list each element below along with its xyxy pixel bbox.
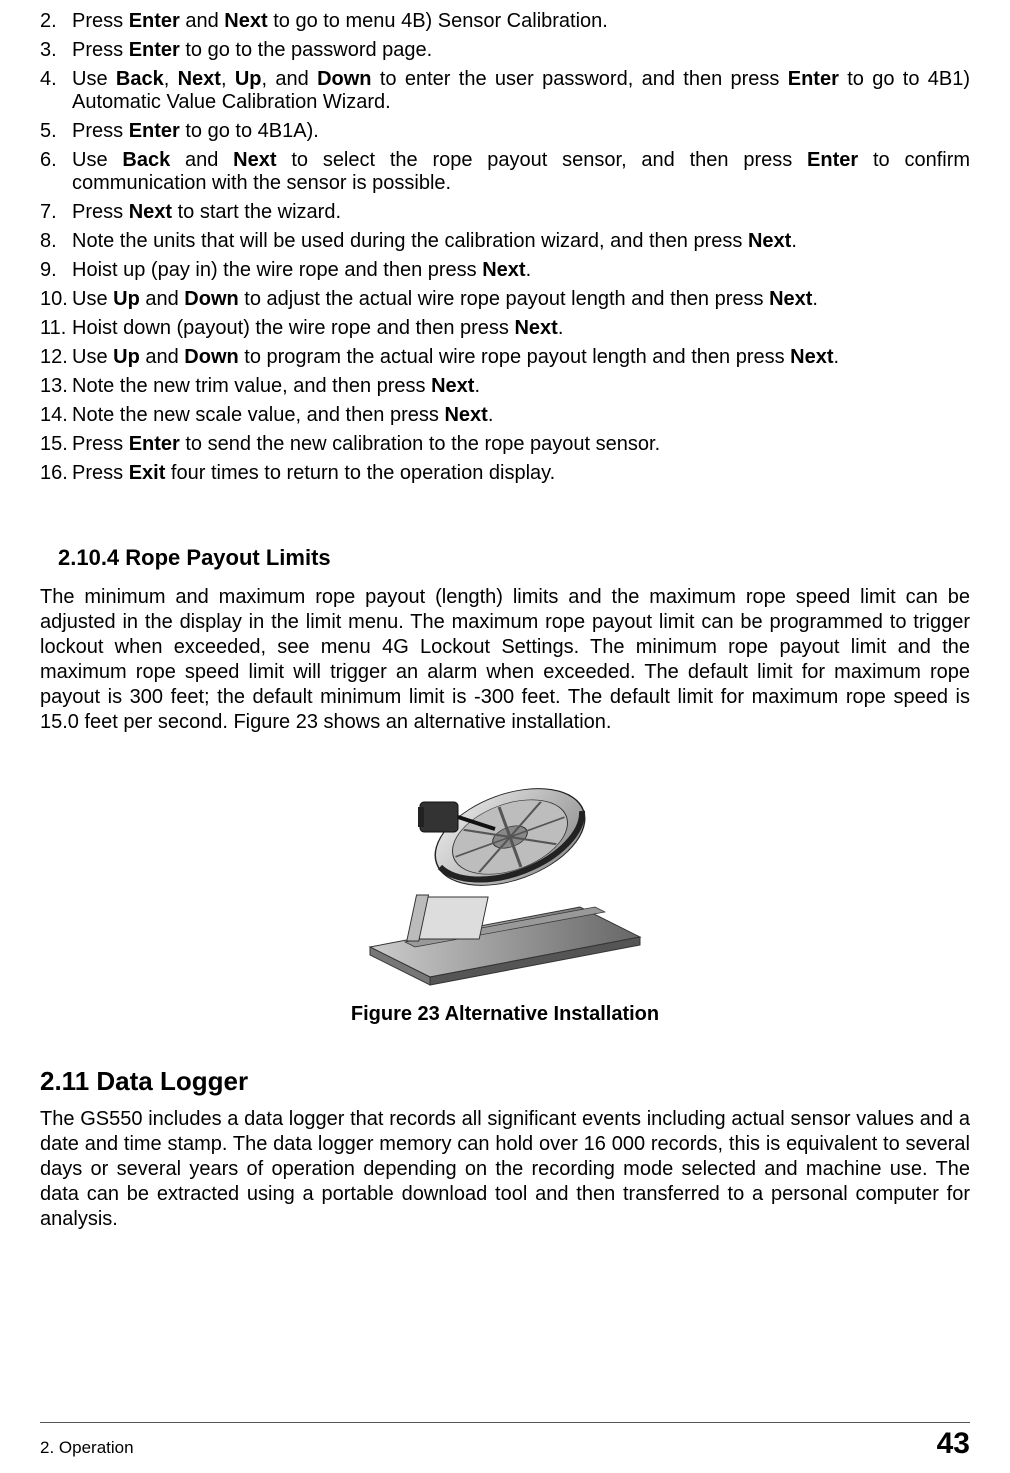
list-item: 2. Press Enter and Next to go to menu 4B… — [40, 10, 970, 33]
step-number: 11. — [40, 317, 72, 340]
list-item: 16. Press Exit four times to return to t… — [40, 462, 970, 485]
step-number: 7. — [40, 201, 72, 224]
step-number: 13. — [40, 375, 72, 398]
list-item: 5. Press Enter to go to 4B1A). — [40, 120, 970, 143]
footer-section-label: 2. Operation — [40, 1438, 134, 1458]
list-item: 3. Press Enter to go to the password pag… — [40, 39, 970, 62]
list-item: 11. Hoist down (payout) the wire rope an… — [40, 317, 970, 340]
step-number: 3. — [40, 39, 72, 62]
list-item: 13. Note the new trim value, and then pr… — [40, 375, 970, 398]
figure — [40, 747, 970, 993]
step-number: 15. — [40, 433, 72, 456]
section-heading: 2.11 Data Logger — [40, 1066, 970, 1097]
step-number: 10. — [40, 288, 72, 311]
step-text: Press Exit four times to return to the o… — [72, 462, 970, 485]
list-item: 6. Use Back and Next to select the rope … — [40, 149, 970, 195]
step-number: 2. — [40, 10, 72, 33]
step-number: 4. — [40, 68, 72, 114]
step-number: 5. — [40, 120, 72, 143]
page-number: 43 — [937, 1427, 970, 1461]
step-text: Press Enter to go to 4B1A). — [72, 120, 970, 143]
subsection-heading: 2.10.4 Rope Payout Limits — [58, 545, 970, 571]
step-text: Use Back, Next, Up, and Down to enter th… — [72, 68, 970, 114]
step-text: Press Enter to send the new calibration … — [72, 433, 970, 456]
list-item: 10. Use Up and Down to adjust the actual… — [40, 288, 970, 311]
body-paragraph: The minimum and maximum rope payout (len… — [40, 585, 970, 735]
step-number: 9. — [40, 259, 72, 282]
step-text: Note the new trim value, and then press … — [72, 375, 970, 398]
list-item: 7. Press Next to start the wizard. — [40, 201, 970, 224]
step-number: 6. — [40, 149, 72, 195]
step-number: 16. — [40, 462, 72, 485]
pulley-mount-illustration-icon — [360, 747, 650, 987]
list-item: 8. Note the units that will be used duri… — [40, 230, 970, 253]
step-text: Press Enter to go to the password page. — [72, 39, 970, 62]
step-text: Hoist up (pay in) the wire rope and then… — [72, 259, 970, 282]
page-footer: 2. Operation 43 — [40, 1422, 970, 1461]
step-number: 12. — [40, 346, 72, 369]
step-text: Press Next to start the wizard. — [72, 201, 970, 224]
step-text: Hoist down (payout) the wire rope and th… — [72, 317, 970, 340]
step-text: Use Up and Down to program the actual wi… — [72, 346, 970, 369]
step-text: Note the units that will be used during … — [72, 230, 970, 253]
step-text: Note the new scale value, and then press… — [72, 404, 970, 427]
list-item: 15. Press Enter to send the new calibrat… — [40, 433, 970, 456]
figure-caption: Figure 23 Alternative Installation — [40, 1003, 970, 1026]
step-number: 14. — [40, 404, 72, 427]
step-number: 8. — [40, 230, 72, 253]
list-item: 12. Use Up and Down to program the actua… — [40, 346, 970, 369]
step-text: Press Enter and Next to go to menu 4B) S… — [72, 10, 970, 33]
list-item: 14. Note the new scale value, and then p… — [40, 404, 970, 427]
list-item: 9. Hoist up (pay in) the wire rope and t… — [40, 259, 970, 282]
step-text: Use Up and Down to adjust the actual wir… — [72, 288, 970, 311]
list-item: 4. Use Back, Next, Up, and Down to enter… — [40, 68, 970, 114]
body-paragraph: The GS550 includes a data logger that re… — [40, 1107, 970, 1232]
step-text: Use Back and Next to select the rope pay… — [72, 149, 970, 195]
